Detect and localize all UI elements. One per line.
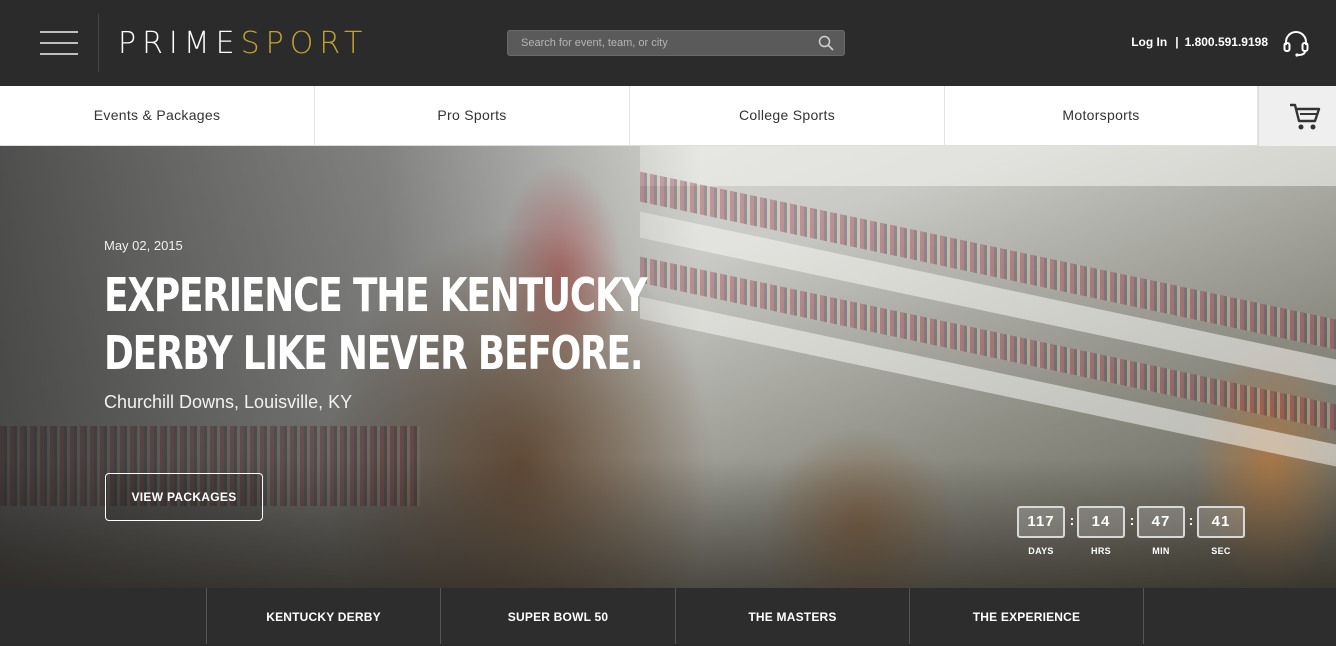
headset-icon[interactable] bbox=[1283, 30, 1309, 58]
countdown-colon: : bbox=[1188, 512, 1194, 528]
countdown-seconds-value: 41 bbox=[1197, 506, 1245, 538]
countdown-days: 117 DAYS bbox=[1017, 506, 1065, 556]
countdown-minutes-value: 47 bbox=[1137, 506, 1185, 538]
countdown-hours: 14 HRS bbox=[1077, 506, 1125, 556]
nav-item-events-packages[interactable]: Events & Packages bbox=[0, 86, 315, 146]
search-icon[interactable] bbox=[818, 35, 834, 51]
nav-item-pro-sports[interactable]: Pro Sports bbox=[315, 86, 630, 146]
account-area: Log In | 1.800.591.9198 bbox=[1131, 35, 1268, 49]
nav-item-college-sports[interactable]: College Sports bbox=[630, 86, 945, 146]
search-box bbox=[507, 30, 845, 56]
countdown-hours-value: 14 bbox=[1077, 506, 1125, 538]
cart-icon bbox=[1290, 103, 1321, 130]
primesport-logo[interactable]: PRIMESPORT bbox=[118, 26, 368, 62]
headline-line-1: EXPERIENCE THE KENTUCKY bbox=[104, 268, 648, 322]
cart-button[interactable] bbox=[1258, 86, 1336, 146]
tab-kentucky-derby[interactable]: KENTUCKY DERBY bbox=[206, 588, 440, 644]
event-date: May 02, 2015 bbox=[104, 238, 183, 253]
countdown-seconds: 41 SEC bbox=[1197, 506, 1245, 556]
main-nav: Events & Packages Pro Sports College Spo… bbox=[0, 86, 1336, 146]
search-input[interactable] bbox=[508, 31, 808, 55]
top-header: PRIMESPORT Log In | 1.800.591.9198 bbox=[0, 0, 1336, 86]
countdown-minutes-label: MIN bbox=[1152, 546, 1170, 556]
header-divider bbox=[98, 14, 99, 72]
event-tabs: KENTUCKY DERBY SUPER BOWL 50 THE MASTERS… bbox=[0, 588, 1336, 644]
tab-divider-end bbox=[1143, 588, 1336, 644]
headline-line-2: DERBY LIKE NEVER BEFORE. bbox=[104, 326, 643, 380]
event-venue: Churchill Downs, Louisville, KY bbox=[104, 392, 353, 412]
countdown-days-label: DAYS bbox=[1028, 546, 1054, 556]
hero-headline: EXPERIENCE THE KENTUCKY DERBY LIKE NEVER… bbox=[104, 266, 648, 382]
account-separator: | bbox=[1175, 35, 1179, 49]
countdown-days-value: 117 bbox=[1017, 506, 1065, 538]
tab-super-bowl-50[interactable]: SUPER BOWL 50 bbox=[440, 588, 675, 644]
nav-item-motorsports[interactable]: Motorsports bbox=[945, 86, 1258, 146]
hamburger-menu-icon[interactable] bbox=[40, 31, 78, 55]
login-link[interactable]: Log In bbox=[1131, 35, 1167, 49]
view-packages-button[interactable]: VIEW PACKAGES bbox=[105, 473, 263, 521]
tab-the-experience[interactable]: THE EXPERIENCE bbox=[909, 588, 1143, 644]
phone-number[interactable]: 1.800.591.9198 bbox=[1185, 35, 1268, 49]
countdown-hours-label: HRS bbox=[1091, 546, 1111, 556]
countdown-minutes: 47 MIN bbox=[1137, 506, 1185, 556]
tab-the-masters[interactable]: THE MASTERS bbox=[675, 588, 909, 644]
logo-prime-text: PRIME bbox=[118, 26, 241, 61]
logo-sport-text: SPORT bbox=[240, 26, 369, 61]
countdown-seconds-label: SEC bbox=[1211, 546, 1231, 556]
